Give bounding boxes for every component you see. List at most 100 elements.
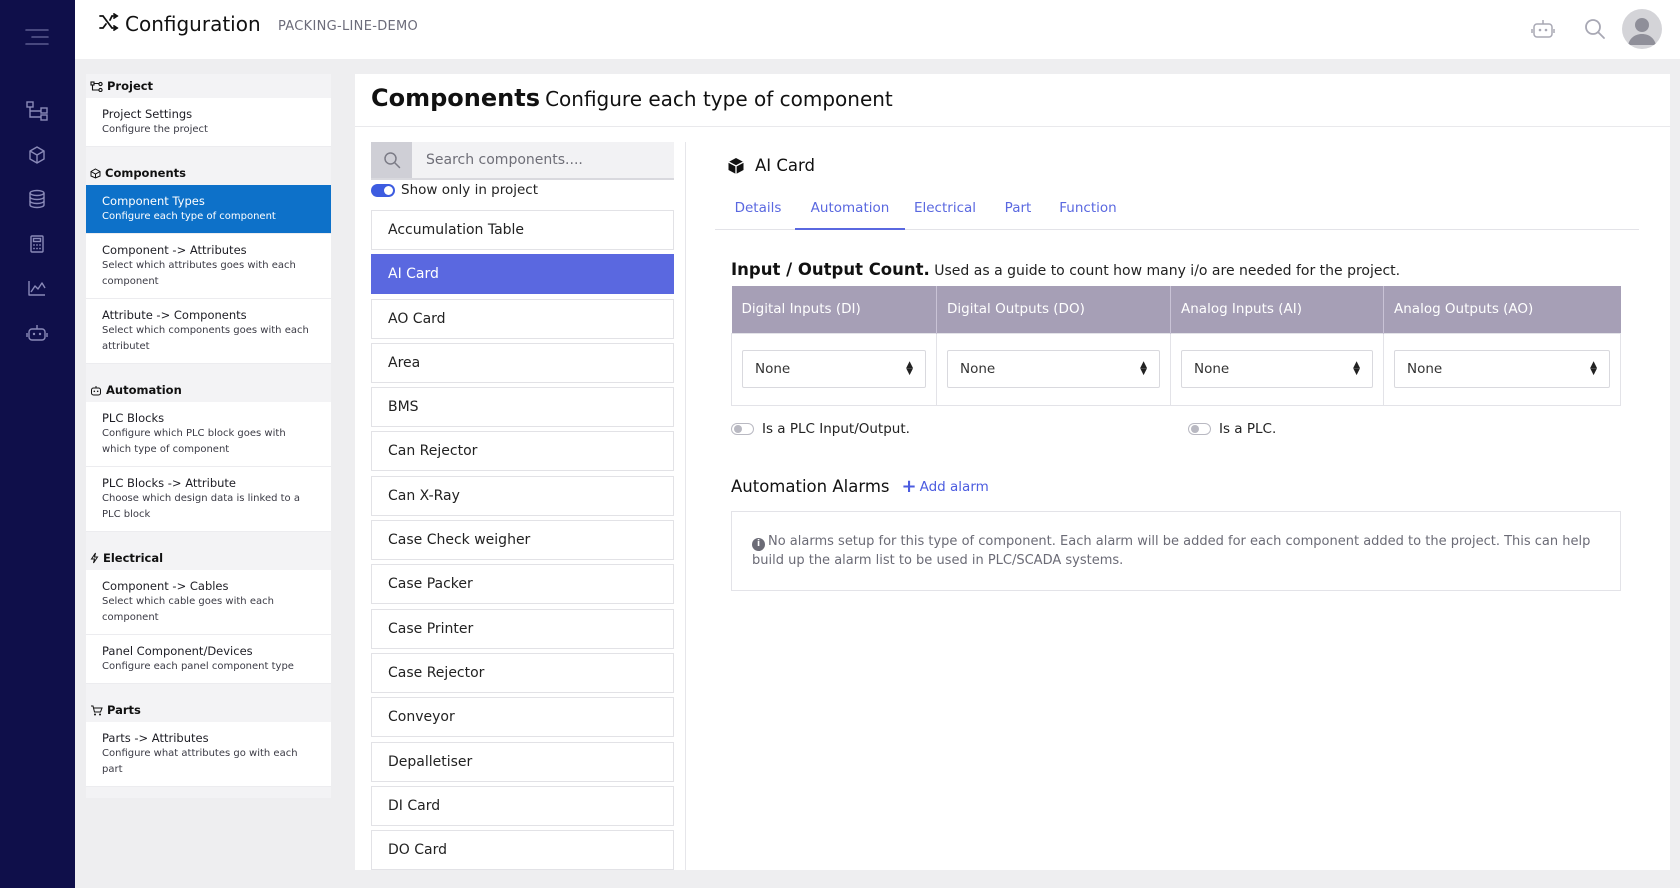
list-item[interactable]: Accumulation Table [371,210,674,250]
app-brand[interactable]: Configuration [99,12,261,36]
nav-item-component-types[interactable]: Component Types Configure each type of co… [86,185,331,234]
list-item[interactable]: Case Packer [371,564,674,605]
list-item[interactable]: Depalletiser [371,741,674,782]
do-count-select[interactable]: None ▲ ▼ [947,350,1160,388]
is-plc-row: Is a PLC. [1188,421,1276,437]
column-header-di: Digital Inputs (DI) [731,286,937,333]
table-cell: None ▲ ▼ [731,332,937,406]
page-title-main: Components [371,84,540,112]
ao-count-select[interactable]: None ▲ ▼ [1394,350,1610,388]
divider [685,142,686,870]
main-panel: Components Configure each type of compon… [355,74,1670,871]
nav-section-automation: Automation [86,378,331,402]
nav-item-title: Component Types [102,194,205,208]
nav-item-subtitle: Select which cable goes with each compon… [102,596,274,623]
nav-item-title: PLC Blocks [102,411,165,425]
nav-item-plc-blocks[interactable]: PLC Blocks Configure which PLC block goes… [86,402,331,467]
nav-section-parts: Parts [86,698,331,722]
list-item[interactable]: Can Rejector [371,431,674,472]
page-title-subtitle: Configure each type of component [545,87,893,111]
detail-title: AI Card [727,156,815,175]
list-item[interactable]: Area [371,342,674,383]
config-nav: Project Project Settings Configure the pro… [86,74,331,798]
nav-item-subtitle: Select which components goes with each a… [102,325,309,352]
ai-count-value: None [1194,361,1230,377]
nav-section-title: Automation [106,383,182,397]
database-icon[interactable] [22,184,52,214]
search-icon [383,152,400,169]
nav-section-components: Components [86,161,331,185]
io-count-title: Input / Output Count. [731,260,930,279]
di-count-select[interactable]: None ▲ ▼ [742,350,926,388]
list-item[interactable]: Case Printer [371,608,674,649]
nav-item-component-cables[interactable]: Component -> Cables Select which cable go… [86,570,331,635]
nav-item-subtitle: Choose which design data is linked to a … [102,493,300,520]
list-item[interactable]: AO Card [371,298,674,339]
page-title: Components Configure each type of compon… [371,84,893,112]
io-count-description: Used as a guide to count how many i/o ar… [934,263,1401,279]
menu-icon[interactable] [22,22,52,52]
cube-icon [90,167,101,179]
sort-updown-icon: ▲ ▼ [1140,360,1147,377]
divider [355,126,1670,127]
ao-count-value: None [1407,361,1443,377]
calculator-icon[interactable] [22,229,52,259]
tab-part[interactable]: Part [997,188,1039,230]
nav-item-title: PLC Blocks -> Attribute [102,476,236,490]
list-item[interactable]: Conveyor [371,697,674,738]
ai-count-select[interactable]: None ▲ ▼ [1181,350,1373,388]
info-icon: i [752,538,765,551]
is-plc-toggle[interactable] [1188,423,1211,435]
search-input[interactable] [412,142,674,178]
list-item[interactable]: Case Check weigher [371,520,674,561]
search-icon[interactable] [1578,12,1612,46]
nav-item-title: Parts -> Attributes [102,731,209,745]
nav-item-plc-blocks-attribute[interactable]: PLC Blocks -> Attribute Choose which desi… [86,467,331,532]
list-item[interactable]: DI Card [371,785,674,826]
add-alarm-button[interactable]: + Add alarm [902,477,989,495]
list-item[interactable]: BMS [371,387,674,428]
table-cell: None ▲ ▼ [1170,332,1384,406]
tab-details[interactable]: Details [725,188,791,230]
nav-item-parts-attributes[interactable]: Parts -> Attributes Configure what attrib… [86,722,331,787]
robot-icon[interactable] [1526,12,1560,46]
is-plc-label: Is a PLC. [1219,421,1277,437]
do-count-value: None [960,361,996,377]
add-alarm-label: Add alarm [919,478,989,495]
is-plc-io-toggle[interactable] [731,423,754,435]
column-header-ai: Analog Inputs (AI) [1170,286,1384,333]
list-item[interactable]: AI Card [371,254,674,295]
nav-item-subtitle: Configure what attributes go with each p… [102,748,298,775]
nav-section-title: Electrical [103,551,164,565]
table-cell: None ▲ ▼ [936,332,1171,406]
tab-electrical[interactable]: Electrical [905,188,985,230]
chart-icon[interactable] [22,273,52,303]
cube-icon[interactable] [22,140,52,170]
show-only-in-project-toggle[interactable] [371,183,395,197]
nav-item-subtitle: Select which attributes goes with each c… [102,260,296,287]
tab-automation[interactable]: Automation [795,188,905,230]
list-item[interactable]: Case Rejector [371,652,674,693]
nav-item-project-settings[interactable]: Project Settings Configure the project [86,98,331,147]
search-button[interactable] [371,142,412,178]
user-icon [1628,18,1656,45]
nav-item-panel-component-devices[interactable]: Panel Component/Devices Configure each pa… [86,635,331,684]
table-row: None ▲ ▼ None ▲ ▼ None ▲ ▼ None ▲ ▼ [731,332,1621,406]
detail-tabs: Details Automation Electrical Part Function [715,188,1639,230]
list-item[interactable]: Can X-Ray [371,475,674,516]
hierarchy-icon[interactable] [22,96,52,126]
nav-item-component-attributes[interactable]: Component -> Attributes Select which attr… [86,234,331,299]
tab-function[interactable]: Function [1051,188,1125,230]
nav-section-title: Components [105,166,186,180]
nav-item-attribute-components[interactable]: Attribute -> Components Select which comp… [86,299,331,364]
avatar[interactable] [1622,9,1662,49]
robot-icon[interactable] [22,318,52,348]
is-plc-io-label: Is a PLC Input/Output. [762,421,910,437]
list-item[interactable]: DO Card [371,830,674,871]
nav-section-title: Project [107,79,154,93]
nav-item-subtitle: Configure each panel component type [102,661,294,672]
column-header-ao: Analog Outputs (AO) [1383,286,1621,333]
io-count-heading: Input / Output Count. Used as a guide to… [731,260,1400,279]
nav-item-title: Project Settings [102,107,193,121]
cart-icon [90,705,103,716]
